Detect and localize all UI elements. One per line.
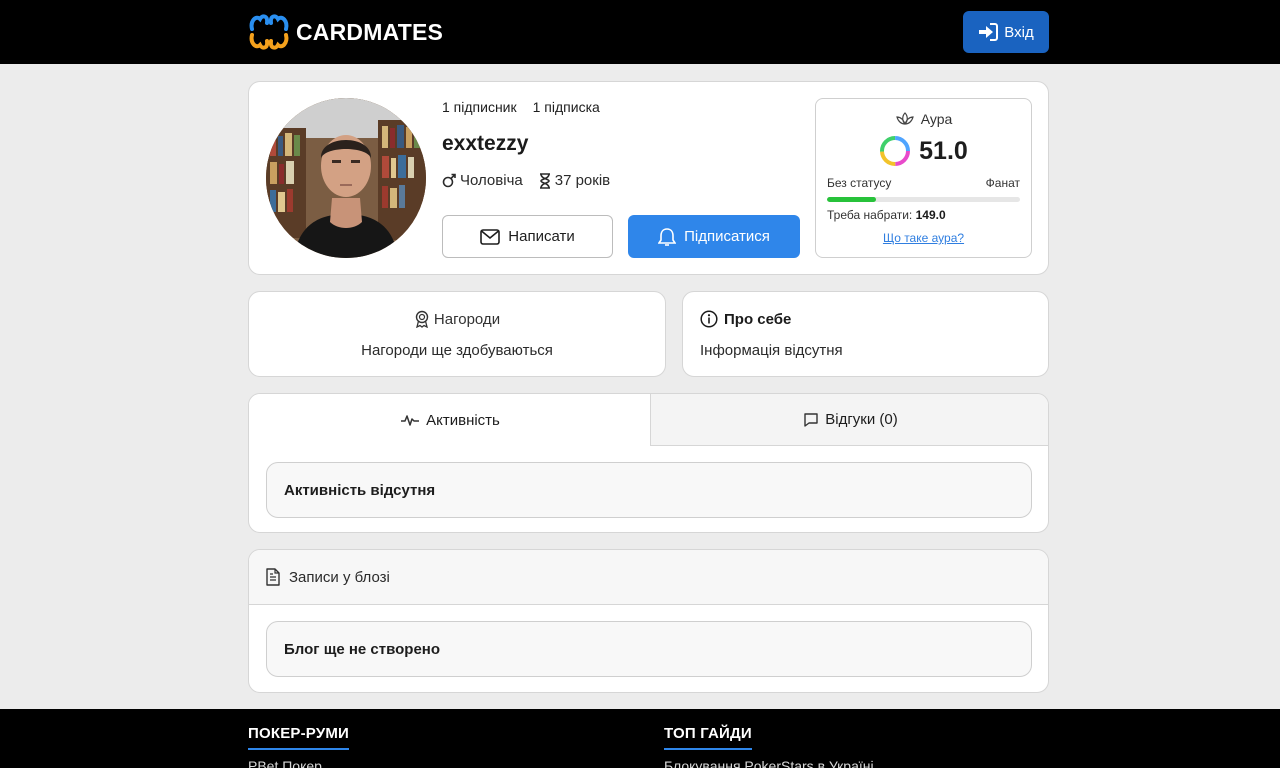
age-info: 37 років	[539, 172, 610, 189]
sign-in-icon	[979, 23, 999, 41]
pulse-icon	[401, 415, 420, 426]
followers-count[interactable]: 1 підписник	[442, 99, 517, 115]
aura-title: Аура	[920, 111, 953, 127]
cardmates-logo-icon	[249, 14, 289, 50]
footer-link[interactable]: Блокування PokerStars в Україні	[664, 758, 874, 768]
aura-status-next: Фанат	[985, 176, 1020, 190]
tab-activity[interactable]: Активність	[249, 394, 651, 446]
write-label: Написати	[508, 228, 575, 245]
activity-tabs-card: Активність Відгуки (0) Активність відсут…	[248, 393, 1049, 533]
avatar	[266, 98, 426, 258]
footer-link[interactable]: PBet Покер	[248, 758, 349, 768]
subscribe-button[interactable]: Підписатися	[628, 215, 800, 258]
age-label: 37 років	[554, 172, 611, 189]
aura-progress-bar	[827, 197, 1020, 202]
aura-ring-icon	[880, 136, 911, 166]
awards-title: Нагороди	[433, 310, 501, 328]
brand-logo[interactable]: CARDMATES	[248, 10, 443, 54]
envelope-icon	[480, 228, 501, 245]
following-count[interactable]: 1 підписка	[533, 99, 600, 115]
subscribe-label: Підписатися	[684, 228, 770, 245]
footer-title-top-guides: ТОП ГАЙДИ	[664, 725, 752, 750]
about-card: Про себе Інформація відсутня	[682, 291, 1049, 377]
gender-label: Чоловіча	[460, 172, 523, 189]
about-empty-text: Інформація відсутня	[700, 342, 843, 359]
footer-title-poker-rooms: ПОКЕР-РУМИ	[248, 725, 350, 750]
aura-panel: Аура 51.0 Без статусу Фанат Треба набрат…	[815, 98, 1032, 258]
footer-column-top-guides: ТОП ГАЙДИ Блокування PokerStars в Україн…	[664, 725, 874, 768]
blog-empty-box: Блог ще не створено	[266, 621, 1032, 677]
aura-progress-fill	[827, 197, 877, 202]
lotus-icon	[895, 112, 914, 125]
about-title: Про себе	[724, 310, 792, 328]
hourglass-icon	[539, 172, 550, 189]
aura-header: Аура	[816, 111, 1031, 127]
blog-header: Записи у блозі	[249, 550, 1048, 605]
activity-empty-text: Активність відсутня	[284, 481, 436, 499]
write-message-button[interactable]: Написати	[442, 215, 613, 258]
footer-column-poker-rooms: ПОКЕР-РУМИ PBet Покер	[248, 725, 350, 768]
tab-reviews[interactable]: Відгуки (0)	[650, 394, 1048, 446]
aura-need-value: 149.0	[915, 208, 946, 222]
follow-stats: 1 підписник 1 підписка	[442, 99, 600, 115]
aura-score: 51.0	[816, 135, 1031, 167]
gender-male-icon	[442, 173, 456, 187]
footer: ПОКЕР-РУМИ PBet Покер ТОП ГАЙДИ Блокуван…	[0, 709, 1280, 768]
what-is-aura-link[interactable]: Що таке аура?	[816, 231, 1031, 245]
gender-info: Чоловіча	[442, 172, 523, 189]
aura-status-current: Без статусу	[827, 176, 892, 190]
chat-bubble-icon	[804, 412, 818, 427]
top-navbar: CARDMATES Вхід	[0, 0, 1280, 64]
blog-title: Записи у блозі	[289, 568, 390, 586]
award-icon	[415, 310, 429, 328]
document-icon	[266, 568, 280, 586]
login-button[interactable]: Вхід	[963, 11, 1049, 53]
brand-name: CARDMATES	[296, 18, 444, 45]
login-label: Вхід	[1004, 23, 1034, 41]
aura-score-value: 51.0	[919, 136, 968, 165]
aura-need: Треба набрати: 149.0	[827, 208, 946, 222]
blog-card: Записи у блозі Блог ще не створено	[248, 549, 1049, 693]
awards-card: Нагороди Нагороди ще здобуваються	[248, 291, 666, 377]
profile-card: 1 підписник 1 підписка exxtezzy Чоловіча…	[248, 81, 1049, 275]
username: exxtezzy	[442, 132, 529, 155]
about-header: Про себе	[700, 310, 791, 328]
aura-need-label: Треба набрати:	[827, 208, 913, 222]
profile-meta: Чоловіча 37 років	[442, 172, 610, 189]
tab-activity-label: Активність	[426, 411, 500, 429]
tab-reviews-label: Відгуки (0)	[825, 411, 898, 428]
awards-empty-text: Нагороди ще здобуваються	[361, 342, 553, 359]
awards-header: Нагороди	[249, 310, 665, 328]
info-icon	[700, 310, 718, 328]
bell-icon	[658, 227, 677, 246]
activity-empty-box: Активність відсутня	[266, 462, 1032, 518]
blog-empty-text: Блог ще не створено	[284, 640, 441, 658]
